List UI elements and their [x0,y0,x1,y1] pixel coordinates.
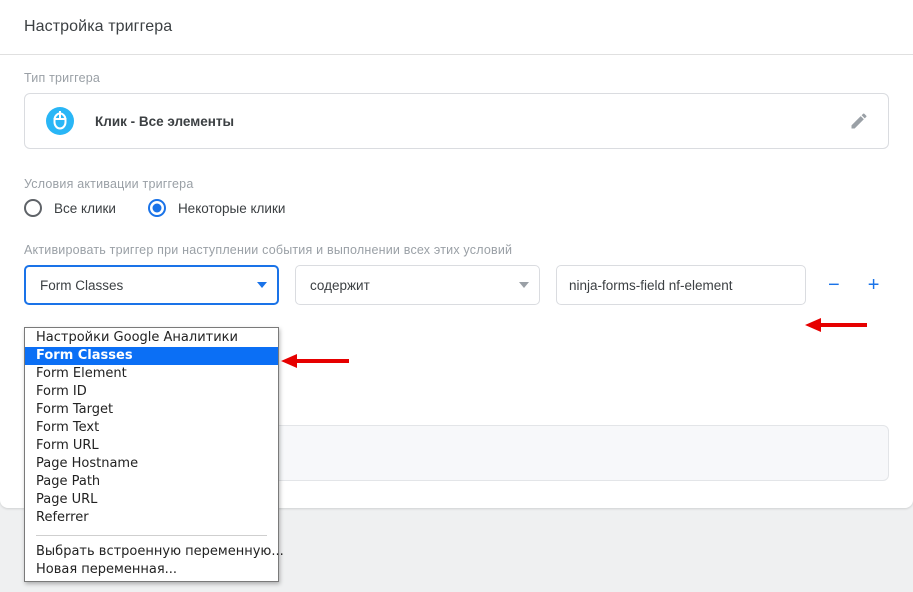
radio-all-clicks[interactable]: Все клики [24,199,116,217]
dropdown-separator [36,535,267,536]
trigger-type-box[interactable]: Клик - Все элементы [24,93,889,149]
remove-condition-button[interactable]: − [828,275,840,295]
condition-row: Form Classes содержит ninja-forms-field … [24,265,889,305]
card-body: Тип триггера Клик - Все элементы Условия… [0,55,913,305]
card-header: Настройка триггера [0,0,913,55]
dropdown-item-builtin-variable[interactable]: Выбрать встроенную переменную... [25,543,284,561]
dropdown-item-new-variable[interactable]: Новая переменная... [25,561,278,579]
condition-value-text: ninja-forms-field nf-element [569,277,733,293]
chevron-down-icon [257,282,267,288]
condition-value-input[interactable]: ninja-forms-field nf-element [556,265,806,305]
condition-operator-value: содержит [310,277,370,293]
pencil-icon[interactable] [842,104,876,138]
radio-some-clicks-circle [147,199,166,217]
dropdown-item[interactable]: Настройки Google Аналитики [25,329,278,347]
variable-dropdown-list[interactable]: Настройки Google Аналитики Form Classes … [24,327,284,582]
dropdown-item[interactable]: Page URL [25,491,278,509]
page-title: Настройка триггера [24,18,173,35]
dropdown-item[interactable]: Page Path [25,473,278,491]
activation-label: Условия активации триггера [24,177,194,191]
dropdown-item[interactable]: Form URL [25,437,278,455]
add-condition-button[interactable]: + [868,275,880,295]
dropdown-item[interactable]: Form Text [25,419,278,437]
radio-all-clicks-circle [24,199,42,217]
radio-all-clicks-label: Все клики [54,200,116,216]
radio-some-clicks-label: Некоторые клики [177,200,286,216]
dropdown-item[interactable]: Referrer [25,509,278,527]
activation-radio-group: Все клики Некоторые клики [24,199,889,217]
trigger-icon-wrapper [25,107,95,135]
dropdown-item[interactable]: Page Hostname [25,455,278,473]
trigger-type-name: Клик - Все элементы [95,113,235,129]
condition-operator-select[interactable]: содержит [295,265,540,305]
dropdown-item[interactable]: Form Target [25,401,278,419]
radio-some-clicks[interactable]: Некоторые клики [147,199,286,217]
dropdown-item-selected[interactable]: Form Classes [25,347,278,365]
condition-variable-value: Form Classes [40,277,124,293]
condition-variable-select[interactable]: Form Classes [24,265,279,305]
conditions-label: Активировать триггер при наступлении соб… [24,243,513,257]
trigger-type-label: Тип триггера [24,71,101,85]
dropdown-item[interactable]: Form ID [25,383,278,401]
dropdown-item[interactable]: Form Element [25,365,278,383]
chevron-down-icon [519,282,529,288]
mouse-click-icon [46,107,74,135]
